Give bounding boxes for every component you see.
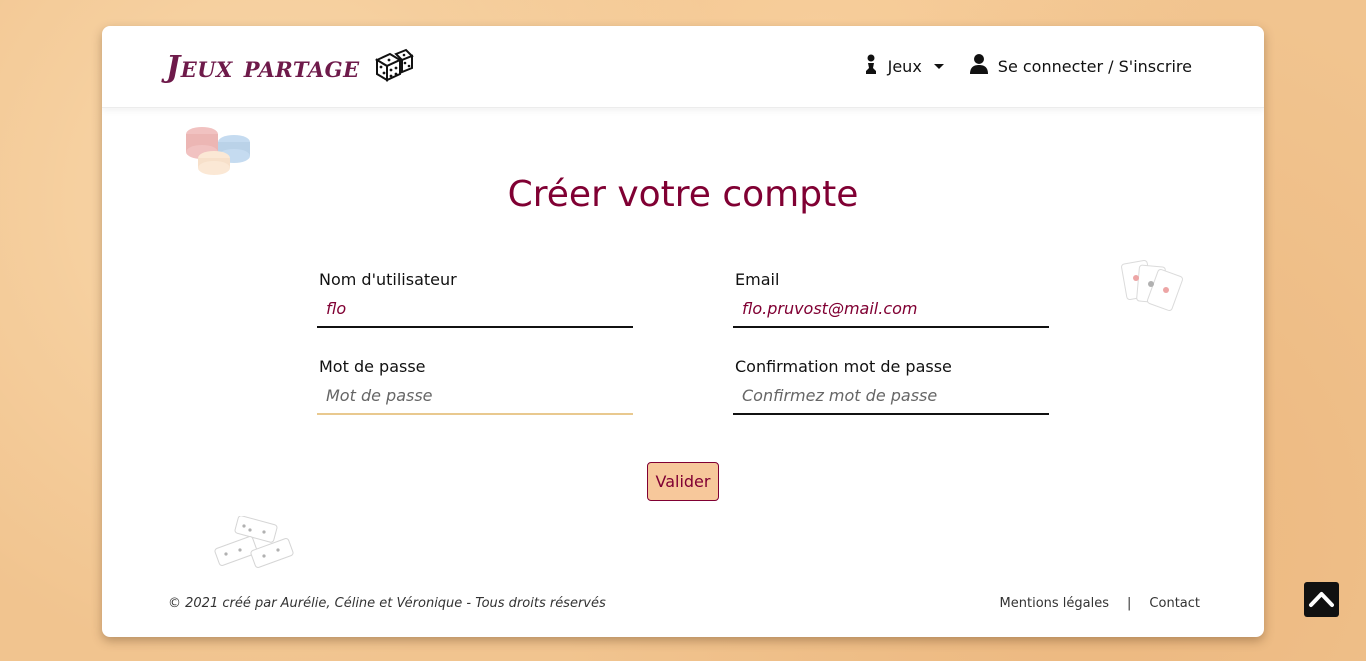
confirm-password-label: Confirmation mot de passe xyxy=(735,357,952,376)
nav-login-link[interactable]: Se connecter / S'inscrire xyxy=(969,54,1192,78)
copyright-text: © 2021 créé par Aurélie, Céline et Véron… xyxy=(168,596,606,611)
back-to-top-button[interactable] xyxy=(1304,582,1339,617)
footer-links: Mentions légales | Contact xyxy=(1000,596,1200,611)
nav-right: Jeux Se connecter / S'inscrire xyxy=(864,54,1192,78)
footer-link-legal[interactable]: Mentions légales xyxy=(1000,596,1109,611)
nav-games-label: Jeux xyxy=(887,56,922,76)
brand-name: Jeux partage xyxy=(166,49,360,85)
page-title: Créer votre compte xyxy=(507,174,859,215)
confirm-password-group: Confirmation mot de passe xyxy=(733,357,1049,415)
username-input[interactable] xyxy=(317,293,633,328)
nav-login-label: Se connecter / S'inscrire xyxy=(997,56,1192,76)
caret-down-icon xyxy=(933,63,944,69)
navbar: Jeux partage Jeux Se connecter / S'inscr… xyxy=(102,26,1264,108)
email-label: Email xyxy=(735,270,780,289)
chevron-up-icon xyxy=(1304,592,1339,621)
email-group: Email xyxy=(733,270,1049,328)
nav-games-dropdown[interactable]: Jeux xyxy=(864,54,944,78)
password-input[interactable] xyxy=(317,380,633,415)
brand-link[interactable]: Jeux partage xyxy=(166,48,414,86)
password-label: Mot de passe xyxy=(319,357,426,376)
user-icon xyxy=(969,54,988,78)
dice-icon xyxy=(374,48,414,86)
footer-link-contact[interactable]: Contact xyxy=(1149,596,1200,611)
pawn-icon xyxy=(864,54,878,78)
username-label: Nom d'utilisateur xyxy=(319,270,457,289)
email-input[interactable] xyxy=(733,293,1049,328)
password-group: Mot de passe xyxy=(317,357,633,415)
submit-button[interactable]: Valider xyxy=(647,462,719,501)
main-card: Jeux partage Jeux Se connecter / S'inscr… xyxy=(102,26,1264,637)
footer-separator: | xyxy=(1127,596,1132,611)
dominoes-icon xyxy=(212,515,296,580)
poker-chips-icon xyxy=(182,120,254,182)
confirm-password-input[interactable] xyxy=(733,380,1049,415)
playing-cards-icon xyxy=(1120,258,1192,324)
username-group: Nom d'utilisateur xyxy=(317,270,633,328)
